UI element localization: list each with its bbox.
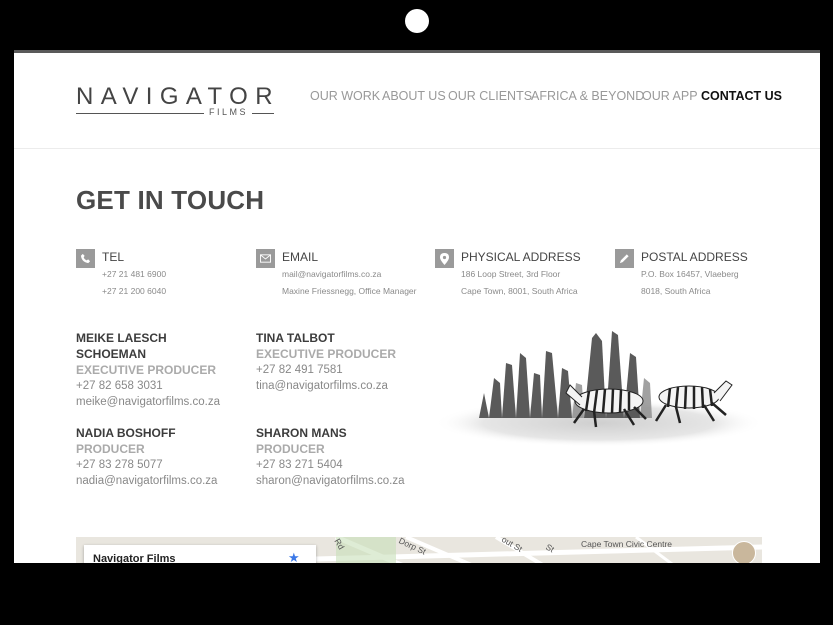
map-streetview-avatar[interactable]: [732, 541, 756, 563]
contact-email[interactable]: tina@navigatorfilms.co.za: [256, 378, 431, 394]
nav-africa-beyond[interactable]: AFRICA & BEYOND: [531, 89, 644, 103]
device-camera: [405, 9, 429, 33]
contact-email[interactable]: meike@navigatorfilms.co.za: [76, 394, 251, 410]
info-postal-label: POSTAL ADDRESS: [641, 250, 748, 264]
contact-role: EXECUTIVE PRODUCER: [76, 363, 217, 377]
info-physical-line-2: Cape Town, 8001, South Africa: [461, 286, 578, 296]
phone-icon: [76, 249, 95, 268]
nav-about-us[interactable]: ABOUT US: [382, 89, 446, 103]
contact-phone[interactable]: +27 83 271 5404: [256, 457, 431, 473]
nav-our-work[interactable]: OUR WORK: [310, 89, 380, 103]
logo-rule-left: [76, 113, 204, 114]
pencil-icon: [615, 249, 634, 268]
browser-viewport: NAVIGATOR FILMS OUR WORK ABOUT US OUR CL…: [14, 53, 820, 563]
nav-our-clients[interactable]: OUR CLIENTS: [448, 89, 532, 103]
location-map[interactable]: Navigator Films ★ Cape Town Civic Centre…: [76, 537, 762, 563]
info-postal-line-1: P.O. Box 16457, Vlaeberg: [641, 269, 739, 279]
contact-phone[interactable]: +27 82 658 3031: [76, 378, 251, 394]
map-place-title: Navigator Films: [93, 553, 176, 563]
info-email-label: EMAIL: [282, 250, 319, 264]
info-tel-label: TEL: [102, 250, 125, 264]
contact-role: EXECUTIVE PRODUCER: [256, 347, 397, 361]
envelope-icon: [256, 249, 275, 268]
star-icon[interactable]: ★: [288, 550, 300, 563]
contact-card: MEIKE LAESCH SCHOEMAN EXECUTIVE PRODUCER…: [76, 330, 251, 410]
contact-card: TINA TALBOT EXECUTIVE PRODUCER +27 82 49…: [256, 330, 431, 394]
info-tel-line-1[interactable]: +27 21 481 6900: [102, 269, 166, 279]
contact-name: MEIKE LAESCH: [76, 331, 167, 345]
nav-contact-us[interactable]: CONTACT US: [701, 89, 782, 103]
info-physical-line-1: 186 Loop Street, 3rd Floor: [461, 269, 561, 279]
info-physical-label: PHYSICAL ADDRESS: [461, 250, 581, 264]
contact-role: PRODUCER: [256, 442, 325, 456]
contact-card: SHARON MANS PRODUCER +27 83 271 5404 sha…: [256, 425, 431, 489]
map-pin-icon: [435, 249, 454, 268]
contact-phone[interactable]: +27 82 491 7581: [256, 362, 431, 378]
contact-card: NADIA BOSHOFF PRODUCER +27 83 278 5077 n…: [76, 425, 251, 489]
contact-name: SHARON MANS: [256, 426, 347, 440]
contact-phone[interactable]: +27 83 278 5077: [76, 457, 251, 473]
logo-rule-right: [252, 113, 274, 114]
contact-name: NADIA BOSHOFF: [76, 426, 176, 440]
contact-name: TINA TALBOT: [256, 331, 335, 345]
map-label-civic-centre: Cape Town Civic Centre: [581, 539, 673, 549]
site-header: NAVIGATOR FILMS OUR WORK ABOUT US OUR CL…: [14, 53, 820, 149]
contact-name-line-2: SCHOEMAN: [76, 347, 147, 361]
main-nav: OUR WORK ABOUT US OUR CLIENTS AFRICA & B…: [14, 89, 820, 105]
map-place-card[interactable]: Navigator Films ★: [84, 545, 316, 563]
page-title: GET IN TOUCH: [76, 185, 265, 215]
contact-email[interactable]: nadia@navigatorfilms.co.za: [76, 473, 251, 489]
info-postal-line-2: 8018, South Africa: [641, 286, 711, 296]
contact-email[interactable]: sharon@navigatorfilms.co.za: [256, 473, 431, 489]
info-email-line-2: Maxine Friessnegg, Office Manager: [282, 286, 417, 296]
nav-our-app[interactable]: OUR APP: [642, 89, 698, 103]
info-email-line-1[interactable]: mail@navigatorfilms.co.za: [282, 269, 381, 279]
info-tel-line-2[interactable]: +27 21 200 6040: [102, 286, 166, 296]
zebra-city-illustration: [434, 323, 766, 453]
contact-role: PRODUCER: [76, 442, 145, 456]
logo-subtitle: FILMS: [209, 107, 249, 117]
